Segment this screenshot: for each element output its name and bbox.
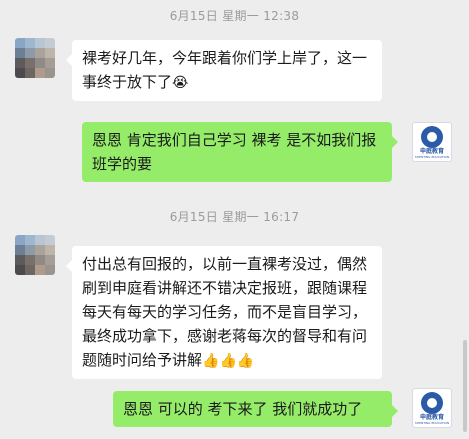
message-text: 恩恩 肯定我们自己学习 裸考 是不如我们报班学的要 bbox=[92, 131, 377, 173]
message-bubble[interactable]: 恩恩 可以的 考下来了 我们就成功了 bbox=[113, 391, 398, 427]
message-text: 恩恩 可以的 考下来了 我们就成功了 bbox=[123, 400, 363, 418]
crying-emoji: 😭 bbox=[172, 75, 189, 91]
brand-name: 申庭教育 bbox=[419, 413, 444, 421]
message-text: 付出总有回报的，以前一直裸考没过，偶然刷到申庭看讲解还不错决定报班，跟随课程每天… bbox=[82, 255, 368, 369]
timestamp: 6月15日 星期一 16:17 bbox=[169, 210, 300, 224]
message-bubble[interactable]: 裸考好几年，今年跟着你们学上岸了，这一事终于放下了😭 bbox=[66, 40, 382, 101]
contact-avatar[interactable] bbox=[15, 235, 55, 275]
brand-logo-icon bbox=[421, 125, 443, 148]
brand-avatar[interactable]: 申庭教育 SHENTING EDUCATION bbox=[412, 122, 452, 162]
brand-logo-icon bbox=[421, 391, 443, 414]
timestamp: 6月15日 星期一 12:38 bbox=[169, 9, 300, 23]
thumbs-up-emoji: 👍👍👍 bbox=[202, 353, 255, 369]
brand-name: 申庭教育 bbox=[419, 147, 444, 155]
scrollbar[interactable] bbox=[463, 340, 467, 432]
brand-subtitle: SHENTING EDUCATION bbox=[414, 154, 450, 159]
brand-avatar[interactable]: 申庭教育 SHENTING EDUCATION bbox=[412, 388, 452, 428]
contact-avatar[interactable] bbox=[15, 38, 55, 78]
message-bubble[interactable]: 付出总有回报的，以前一直裸考没过，偶然刷到申庭看讲解还不错决定报班，跟随课程每天… bbox=[66, 246, 382, 379]
message-text: 裸考好几年，今年跟着你们学上岸了，这一事终于放下了 bbox=[82, 49, 368, 91]
message-bubble[interactable]: 恩恩 肯定我们自己学习 裸考 是不如我们报班学的要 bbox=[82, 122, 398, 182]
brand-subtitle: SHENTING EDUCATION bbox=[414, 420, 450, 425]
